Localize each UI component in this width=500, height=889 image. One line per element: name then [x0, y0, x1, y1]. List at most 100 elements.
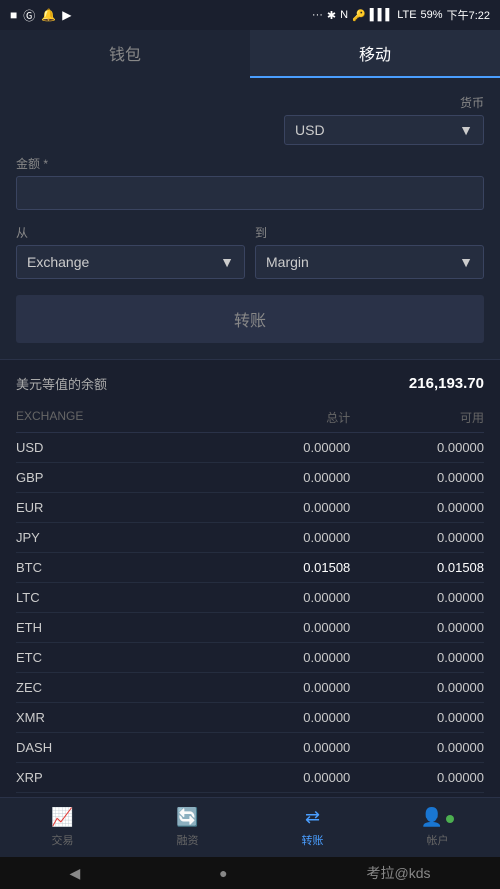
play-icon: ▶	[62, 8, 71, 22]
nfc-icon: N	[340, 9, 348, 21]
row-total: 0.00000	[217, 590, 351, 605]
time-display: 下午7:22	[447, 7, 490, 23]
row-total: 0.00000	[217, 740, 351, 755]
status-bar: ■ Ⓖ 🔔 ▶ ··· ✱ N 🔑 ▌▌▌ LTE 59% 下午7:22	[0, 0, 500, 30]
row-currency: BTC	[16, 560, 217, 575]
battery-icon: 59%	[421, 9, 443, 21]
from-select[interactable]: Exchange ▼	[16, 245, 245, 279]
branding-text: 考拉@kds	[367, 863, 431, 883]
more-icon: ···	[312, 9, 323, 21]
row-currency: DASH	[16, 740, 217, 755]
row-currency: JPY	[16, 530, 217, 545]
from-to-row: 从 Exchange ▼ 到 Margin ▼	[16, 224, 484, 279]
currency-section: 货币 USD ▼	[16, 94, 484, 145]
exchange-table-header: EXCHANGE 总计 可用	[16, 401, 484, 433]
row-total: 0.00000	[217, 440, 351, 455]
table-row: ETH 0.00000 0.00000	[16, 613, 484, 643]
exchange-section-label: EXCHANGE	[16, 409, 217, 426]
table-row: USD 0.00000 0.00000	[16, 433, 484, 463]
nav-item-account[interactable]: 👤 帐户	[375, 798, 500, 857]
currency-value: USD	[295, 122, 325, 138]
row-available: 0.00000	[350, 650, 484, 665]
balance-section: 美元等值的余额 216,193.70	[0, 359, 500, 401]
amount-label: 金额 *	[16, 155, 484, 172]
balance-label: 美元等值的余额	[16, 374, 107, 393]
funding-icon: 🔄	[176, 807, 198, 828]
transfer-button[interactable]: 转账	[16, 295, 484, 343]
row-total: 0.00000	[217, 620, 351, 635]
to-label: 到	[255, 224, 484, 241]
tab-mobile[interactable]: 移动	[250, 30, 500, 78]
nav-item-transfer[interactable]: ⇄ 转账	[250, 798, 375, 857]
row-total: 0.00000	[217, 530, 351, 545]
row-total: 0.00000	[217, 710, 351, 725]
row-currency: ETC	[16, 650, 217, 665]
to-column: 到 Margin ▼	[255, 224, 484, 279]
table-row: ETC 0.00000 0.00000	[16, 643, 484, 673]
amount-input[interactable]	[16, 176, 484, 210]
nav-label-transfer: 转账	[302, 832, 324, 848]
row-currency: ZEC	[16, 680, 217, 695]
row-available: 0.00000	[350, 470, 484, 485]
status-right-icons: ··· ✱ N 🔑 ▌▌▌ LTE 59% 下午7:22	[312, 7, 490, 23]
row-available: 0.00000	[350, 740, 484, 755]
transfer-icon: ⇄	[305, 807, 320, 828]
row-total: 0.00000	[217, 500, 351, 515]
table-row: ZEC 0.00000 0.00000	[16, 673, 484, 703]
nav-label-account: 帐户	[427, 832, 449, 848]
available-header: 可用	[350, 409, 484, 426]
key-icon: 🔑	[352, 9, 366, 22]
signal-strength: ▌▌▌	[370, 9, 393, 21]
app-icon-2: Ⓖ	[23, 7, 35, 24]
bluetooth-icon: ✱	[327, 9, 336, 22]
android-nav: ◀ ● 考拉@kds	[0, 857, 500, 889]
row-currency: EUR	[16, 500, 217, 515]
back-button[interactable]: ◀	[69, 865, 80, 882]
nav-label-trade: 交易	[52, 832, 74, 848]
tab-wallet[interactable]: 钱包	[0, 30, 250, 78]
row-available: 0.00000	[350, 500, 484, 515]
row-currency: USD	[16, 440, 217, 455]
amount-row: 金额 *	[16, 155, 484, 210]
row-total: 0.01508	[217, 560, 351, 575]
notification-icon: 🔔	[41, 8, 56, 22]
table-row: JPY 0.00000 0.00000	[16, 523, 484, 553]
chevron-down-icon: ▼	[459, 122, 473, 138]
lte-icon: LTE	[397, 9, 416, 21]
table-row: EUR 0.00000 0.00000	[16, 493, 484, 523]
row-available: 0.00000	[350, 590, 484, 605]
row-currency: ETH	[16, 620, 217, 635]
main-tabs: 钱包 移动	[0, 30, 500, 78]
account-icon: 👤	[421, 807, 454, 828]
row-total: 0.00000	[217, 470, 351, 485]
row-total: 0.00000	[217, 680, 351, 695]
table-row: LTC 0.00000 0.00000	[16, 583, 484, 613]
to-chevron-icon: ▼	[459, 254, 473, 270]
currency-label: 货币	[460, 94, 484, 111]
from-chevron-icon: ▼	[220, 254, 234, 270]
row-available: 0.01508	[350, 560, 484, 575]
nav-item-funding[interactable]: 🔄 融资	[125, 798, 250, 857]
exchange-rows: USD 0.00000 0.00000 GBP 0.00000 0.00000 …	[16, 433, 484, 793]
row-available: 0.00000	[350, 530, 484, 545]
nav-label-funding: 融资	[177, 832, 199, 848]
row-available: 0.00000	[350, 710, 484, 725]
bottom-nav: 📈 交易 🔄 融资 ⇄ 转账 👤 帐户	[0, 797, 500, 857]
home-button[interactable]: ●	[219, 865, 227, 881]
currency-select[interactable]: USD ▼	[284, 115, 484, 145]
nav-item-trade[interactable]: 📈 交易	[0, 798, 125, 857]
form-area: 货币 USD ▼ 金额 * 从 Exchange ▼ 到 Margin ▼ 转账	[0, 78, 500, 359]
row-available: 0.00000	[350, 770, 484, 785]
from-column: 从 Exchange ▼	[16, 224, 245, 279]
from-label: 从	[16, 224, 245, 241]
balance-value: 216,193.70	[409, 375, 484, 392]
row-total: 0.00000	[217, 770, 351, 785]
to-select[interactable]: Margin ▼	[255, 245, 484, 279]
row-available: 0.00000	[350, 620, 484, 635]
row-currency: XMR	[16, 710, 217, 725]
table-row: DASH 0.00000 0.00000	[16, 733, 484, 763]
table-row: XMR 0.00000 0.00000	[16, 703, 484, 733]
row-currency: GBP	[16, 470, 217, 485]
to-value: Margin	[266, 254, 309, 270]
exchange-section: EXCHANGE 总计 可用 USD 0.00000 0.00000 GBP 0…	[0, 401, 500, 793]
